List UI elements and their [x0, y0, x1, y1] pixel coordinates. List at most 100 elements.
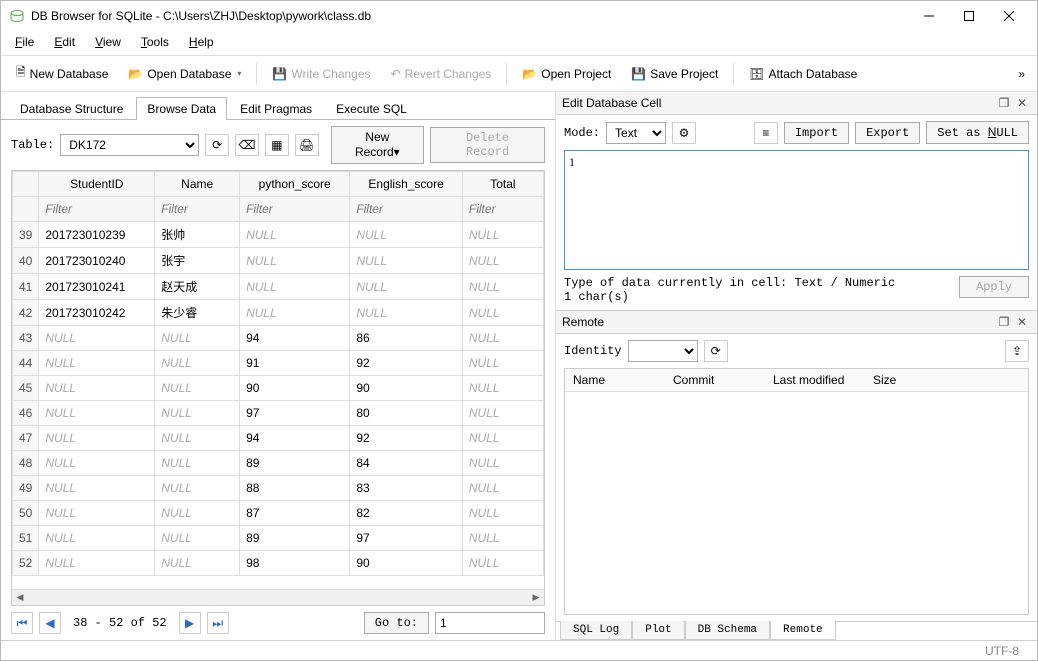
table-row[interactable]: 52NULLNULL9890NULL — [13, 551, 544, 576]
table-cell[interactable]: 97 — [350, 526, 463, 551]
table-cell[interactable]: NULL — [155, 426, 240, 451]
table-cell[interactable]: NULL — [240, 274, 350, 300]
table-cell[interactable]: 87 — [240, 501, 350, 526]
table-cell[interactable]: NULL — [240, 222, 350, 248]
table-cell[interactable]: 90 — [350, 551, 463, 576]
table-row[interactable]: 43NULLNULL9486NULL — [13, 326, 544, 351]
menu-help[interactable]: Help — [185, 33, 218, 51]
table-cell[interactable]: NULL — [462, 426, 543, 451]
export-button[interactable]: Export — [855, 122, 920, 144]
table-row[interactable]: 41201723010241赵天成NULLNULLNULL — [13, 274, 544, 300]
table-cell[interactable]: NULL — [462, 401, 543, 426]
tab-browse-data[interactable]: Browse Data — [136, 97, 227, 120]
table-cell[interactable]: NULL — [155, 376, 240, 401]
table-cell[interactable]: NULL — [462, 326, 543, 351]
clear-filters-button[interactable]: ⌫ — [235, 134, 259, 156]
column-header[interactable]: python_score — [240, 172, 350, 197]
table-cell[interactable]: NULL — [462, 222, 543, 248]
column-header[interactable]: Name — [155, 172, 240, 197]
table-cell[interactable]: NULL — [155, 351, 240, 376]
table-cell[interactable]: 201723010241 — [39, 274, 155, 300]
menu-edit[interactable]: Edit — [50, 33, 79, 51]
identity-select[interactable] — [628, 340, 698, 362]
table-cell[interactable]: 张帅 — [155, 222, 240, 248]
column-header[interactable]: Total — [462, 172, 543, 197]
table-cell[interactable]: NULL — [39, 376, 155, 401]
prev-page-button[interactable]: ◀ — [39, 612, 61, 634]
table-cell[interactable]: NULL — [39, 476, 155, 501]
table-cell[interactable]: NULL — [462, 501, 543, 526]
table-cell[interactable]: NULL — [350, 222, 463, 248]
open-project-button[interactable]: 📂Open Project — [513, 63, 620, 85]
table-cell[interactable]: NULL — [39, 351, 155, 376]
print-button[interactable]: 🖨 — [295, 134, 319, 156]
goto-input[interactable] — [435, 612, 545, 634]
scroll-right-icon[interactable]: ▶ — [528, 592, 544, 603]
table-cell[interactable]: NULL — [462, 526, 543, 551]
table-cell[interactable]: NULL — [155, 551, 240, 576]
remote-col-last-modified[interactable]: Last modified — [765, 369, 865, 391]
save-table-button[interactable]: ▦ — [265, 134, 289, 156]
table-cell[interactable]: NULL — [462, 451, 543, 476]
table-cell[interactable]: 94 — [240, 326, 350, 351]
table-cell[interactable]: 89 — [240, 451, 350, 476]
revert-changes-button[interactable]: ↶Revert Changes — [382, 63, 501, 85]
table-cell[interactable]: 91 — [240, 351, 350, 376]
tab-edit-pragmas[interactable]: Edit Pragmas — [229, 97, 323, 120]
remote-push-button[interactable]: ⇪ — [1005, 340, 1029, 362]
maximize-button[interactable] — [949, 2, 989, 30]
apply-button[interactable]: Apply — [959, 276, 1029, 298]
table-cell[interactable]: 201723010239 — [39, 222, 155, 248]
table-row[interactable]: 44NULLNULL9192NULL — [13, 351, 544, 376]
table-row[interactable]: 40201723010240张宇NULLNULLNULL — [13, 248, 544, 274]
new-database-button[interactable]: 🗎New Database — [7, 59, 117, 88]
menu-tools[interactable]: Tools — [137, 33, 173, 51]
remote-col-commit[interactable]: Commit — [665, 369, 765, 391]
table-cell[interactable]: 97 — [240, 401, 350, 426]
column-filter-input[interactable] — [161, 202, 233, 216]
table-cell[interactable]: NULL — [462, 376, 543, 401]
table-cell[interactable]: 201723010242 — [39, 300, 155, 326]
table-row[interactable]: 48NULLNULL8984NULL — [13, 451, 544, 476]
table-row[interactable]: 39201723010239张帅NULLNULLNULL — [13, 222, 544, 248]
delete-record-button[interactable]: Delete Record — [430, 127, 545, 163]
goto-button[interactable]: Go to: — [364, 612, 429, 634]
table-cell[interactable]: NULL — [350, 300, 463, 326]
remote-col-size[interactable]: Size — [865, 369, 1028, 391]
new-record-button[interactable]: New Record▾ — [331, 126, 425, 164]
close-button[interactable] — [989, 2, 1029, 30]
cell-editor[interactable]: 1 — [564, 150, 1029, 270]
table-cell[interactable]: 86 — [350, 326, 463, 351]
table-cell[interactable]: NULL — [350, 274, 463, 300]
table-cell[interactable]: NULL — [462, 351, 543, 376]
column-header[interactable]: English_score — [350, 172, 463, 197]
table-cell[interactable]: 88 — [240, 476, 350, 501]
table-cell[interactable]: NULL — [39, 401, 155, 426]
table-cell[interactable]: NULL — [155, 501, 240, 526]
column-filter-input[interactable] — [45, 202, 148, 216]
menu-file[interactable]: File — [11, 33, 38, 51]
minimize-button[interactable] — [909, 2, 949, 30]
set-null-button[interactable]: Set as NULL — [926, 121, 1029, 144]
table-cell[interactable]: NULL — [462, 551, 543, 576]
attach-database-button[interactable]: 🗄Attach Database — [740, 63, 866, 85]
table-cell[interactable]: 朱少睿 — [155, 300, 240, 326]
last-page-button[interactable]: ⏭ — [207, 612, 229, 634]
table-cell[interactable]: NULL — [240, 248, 350, 274]
table-cell[interactable]: NULL — [39, 326, 155, 351]
table-cell[interactable]: NULL — [462, 300, 543, 326]
table-cell[interactable]: 张宇 — [155, 248, 240, 274]
table-cell[interactable]: 98 — [240, 551, 350, 576]
table-cell[interactable]: 92 — [350, 351, 463, 376]
edit-cell-undock-button[interactable]: ❐ — [995, 95, 1013, 111]
column-filter-input[interactable] — [469, 202, 537, 216]
column-filter-input[interactable] — [246, 202, 343, 216]
table-cell[interactable]: NULL — [155, 401, 240, 426]
table-cell[interactable]: NULL — [462, 274, 543, 300]
table-row[interactable]: 42201723010242朱少睿NULLNULLNULL — [13, 300, 544, 326]
remote-undock-button[interactable]: ❐ — [995, 314, 1013, 330]
table-cell[interactable]: NULL — [240, 300, 350, 326]
table-cell[interactable]: 89 — [240, 526, 350, 551]
table-cell[interactable]: NULL — [462, 248, 543, 274]
table-cell[interactable]: NULL — [155, 451, 240, 476]
